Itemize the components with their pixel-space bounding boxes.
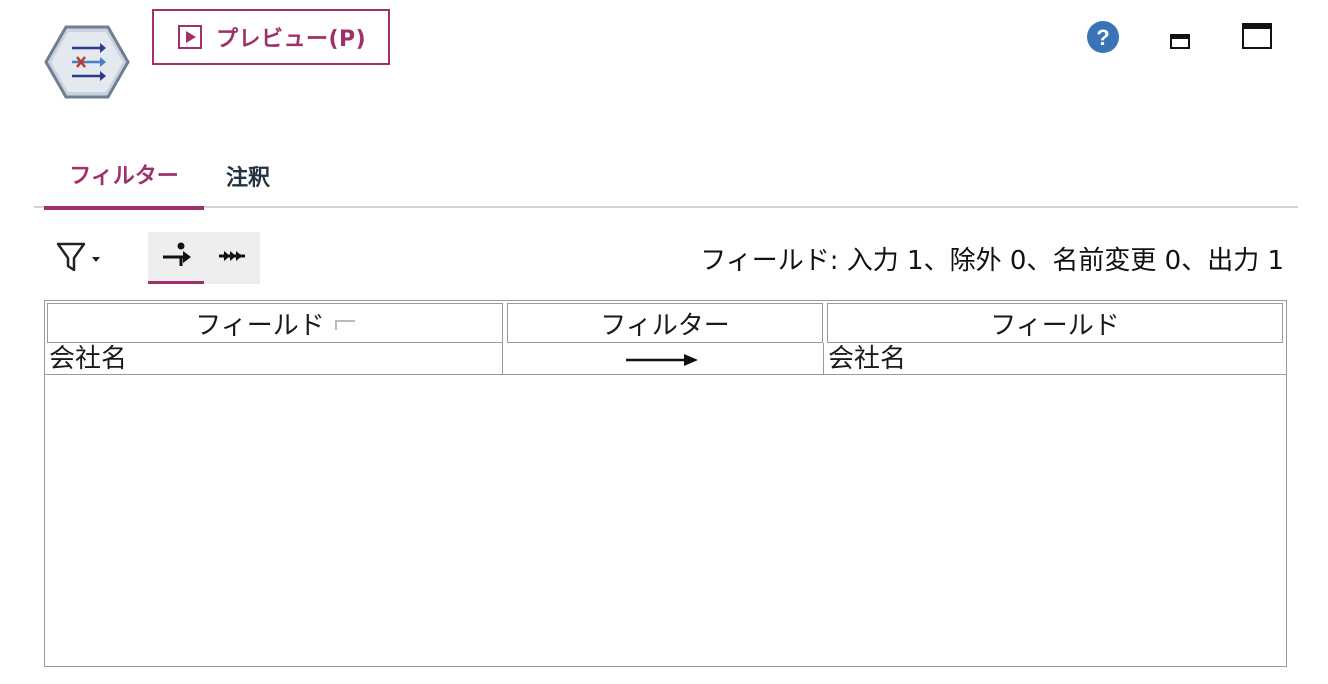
minimize-icon[interactable]: [1170, 34, 1190, 50]
tab-notes[interactable]: 注釈: [214, 140, 282, 208]
svg-text:?: ?: [1096, 25, 1109, 50]
maximize-icon[interactable]: [1242, 23, 1272, 49]
sort-indicator-icon: [334, 320, 355, 330]
output-fields-icon: [215, 241, 249, 275]
column-header-label: フィールド: [195, 310, 325, 341]
preview-label: プレビュー(P): [216, 27, 367, 52]
column-header-filter[interactable]: フィルター: [507, 303, 823, 343]
help-icon[interactable]: ?: [1086, 20, 1120, 54]
input-fields-icon: [159, 240, 193, 274]
pass-arrow-icon: [624, 343, 704, 375]
column-header-output-field[interactable]: フィールド: [827, 303, 1283, 343]
input-fields-view-button[interactable]: [148, 232, 204, 284]
play-icon: [178, 25, 202, 49]
preview-button[interactable]: プレビュー(P): [152, 9, 390, 65]
tab-bar: フィルター 注釈: [34, 140, 1298, 210]
output-fields-view-button[interactable]: [204, 232, 260, 284]
filter-toggle-cell[interactable]: [504, 343, 824, 375]
filter-funnel-icon[interactable]: [54, 238, 106, 278]
column-header-input-field[interactable]: フィールド: [47, 303, 503, 343]
table-row: 会社名 会社名: [45, 343, 1286, 375]
field-filter-table: フィールド フィルター フィールド 会社名 会社名: [44, 300, 1287, 667]
tab-filter[interactable]: フィルター: [44, 140, 204, 210]
field-summary: フィールド: 入力 1、除外 0、名前変更 0、出力 1: [700, 246, 1284, 276]
filter-node-icon: [44, 24, 130, 100]
output-field-cell[interactable]: 会社名: [825, 343, 1283, 375]
input-field-cell: 会社名: [47, 343, 503, 375]
